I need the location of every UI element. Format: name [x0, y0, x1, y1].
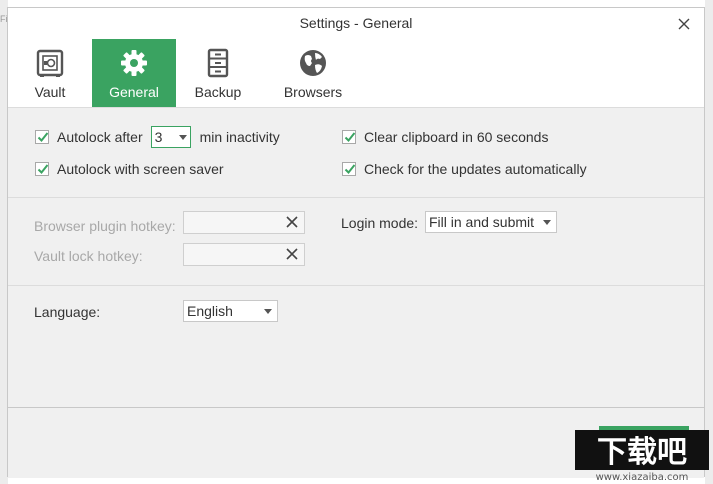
tab-browsers-label: Browsers [283, 84, 343, 100]
tab-backup[interactable]: Backup [176, 39, 260, 107]
chevron-down-icon [178, 135, 187, 140]
language-section: Language: English [8, 285, 704, 407]
title-bar[interactable]: Settings - General [8, 8, 704, 40]
updates-row: Check for the updates automatically [342, 157, 587, 181]
gear-icon [121, 50, 147, 76]
close-icon [678, 18, 690, 30]
language-select[interactable]: English [183, 300, 278, 322]
clipboard-checkbox[interactable] [342, 130, 356, 144]
clipboard-label: Clear clipboard in 60 seconds [364, 129, 549, 145]
tab-vault[interactable]: Vault [8, 39, 92, 107]
clear-icon[interactable] [283, 213, 301, 231]
autolock-suffix: min inactivity [199, 129, 280, 145]
settings-tabs: Vault General Backup Browsers [8, 39, 704, 108]
screensaver-checkbox[interactable] [35, 162, 49, 176]
settings-dialog: Settings - General Vault General Backup … [7, 7, 705, 478]
tab-vault-label: Vault [34, 84, 66, 100]
tab-browsers[interactable]: Browsers [260, 39, 366, 107]
browser-plugin-hotkey-input[interactable] [183, 211, 305, 234]
clipboard-row: Clear clipboard in 60 seconds [342, 125, 548, 149]
login-mode-label: Login mode: [341, 215, 419, 231]
hotkeys-section: Browser plugin hotkey: Vault lock hotkey… [8, 197, 704, 286]
dialog-title: Settings - General [299, 15, 413, 31]
language-value: English [187, 303, 233, 319]
autolock-row: Autolock after 3 min inactivity [35, 125, 280, 149]
globe-icon [300, 50, 326, 76]
screensaver-row: Autolock with screen saver [35, 157, 224, 181]
updates-checkbox[interactable] [342, 162, 356, 176]
chevron-down-icon [543, 220, 551, 225]
checkmark-icon [37, 164, 49, 174]
tab-general[interactable]: General [92, 39, 176, 107]
vault-lock-hotkey-input[interactable] [183, 243, 305, 266]
browser-plugin-hotkey-label: Browser plugin hotkey: [34, 218, 176, 234]
tab-general-label: General [109, 84, 159, 100]
backup-cabinet-icon [207, 48, 229, 78]
autolock-minutes-value: 3 [154, 129, 163, 145]
close-button[interactable] [672, 12, 696, 36]
language-label: Language: [34, 304, 101, 320]
chevron-down-icon [264, 309, 272, 314]
checkmark-icon [344, 164, 356, 174]
autolock-label: Autolock after [57, 129, 143, 145]
autolock-checkbox[interactable] [35, 130, 49, 144]
clear-icon[interactable] [283, 245, 301, 263]
checkmark-icon [37, 132, 49, 142]
tab-backup-label: Backup [194, 84, 242, 100]
autolock-minutes-select[interactable]: 3 [150, 126, 191, 148]
checkmark-icon [344, 132, 356, 142]
login-mode-select[interactable]: Fill in and submit [425, 211, 557, 233]
vault-lock-hotkey-label: Vault lock hotkey: [34, 248, 143, 264]
watermark-url: www.xiazaiba.com [596, 472, 689, 482]
background-app-right [705, 0, 713, 484]
vault-icon [36, 49, 64, 77]
screensaver-label: Autolock with screen saver [57, 161, 224, 177]
watermark-text: 下载吧 [597, 435, 687, 470]
general-options-section: Autolock after 3 min inactivity Autolock… [8, 107, 704, 198]
watermark-logo: 下载吧 www.xiazaiba.com [575, 430, 709, 482]
login-mode-value: Fill in and submit [429, 214, 535, 230]
updates-label: Check for the updates automatically [364, 161, 587, 177]
